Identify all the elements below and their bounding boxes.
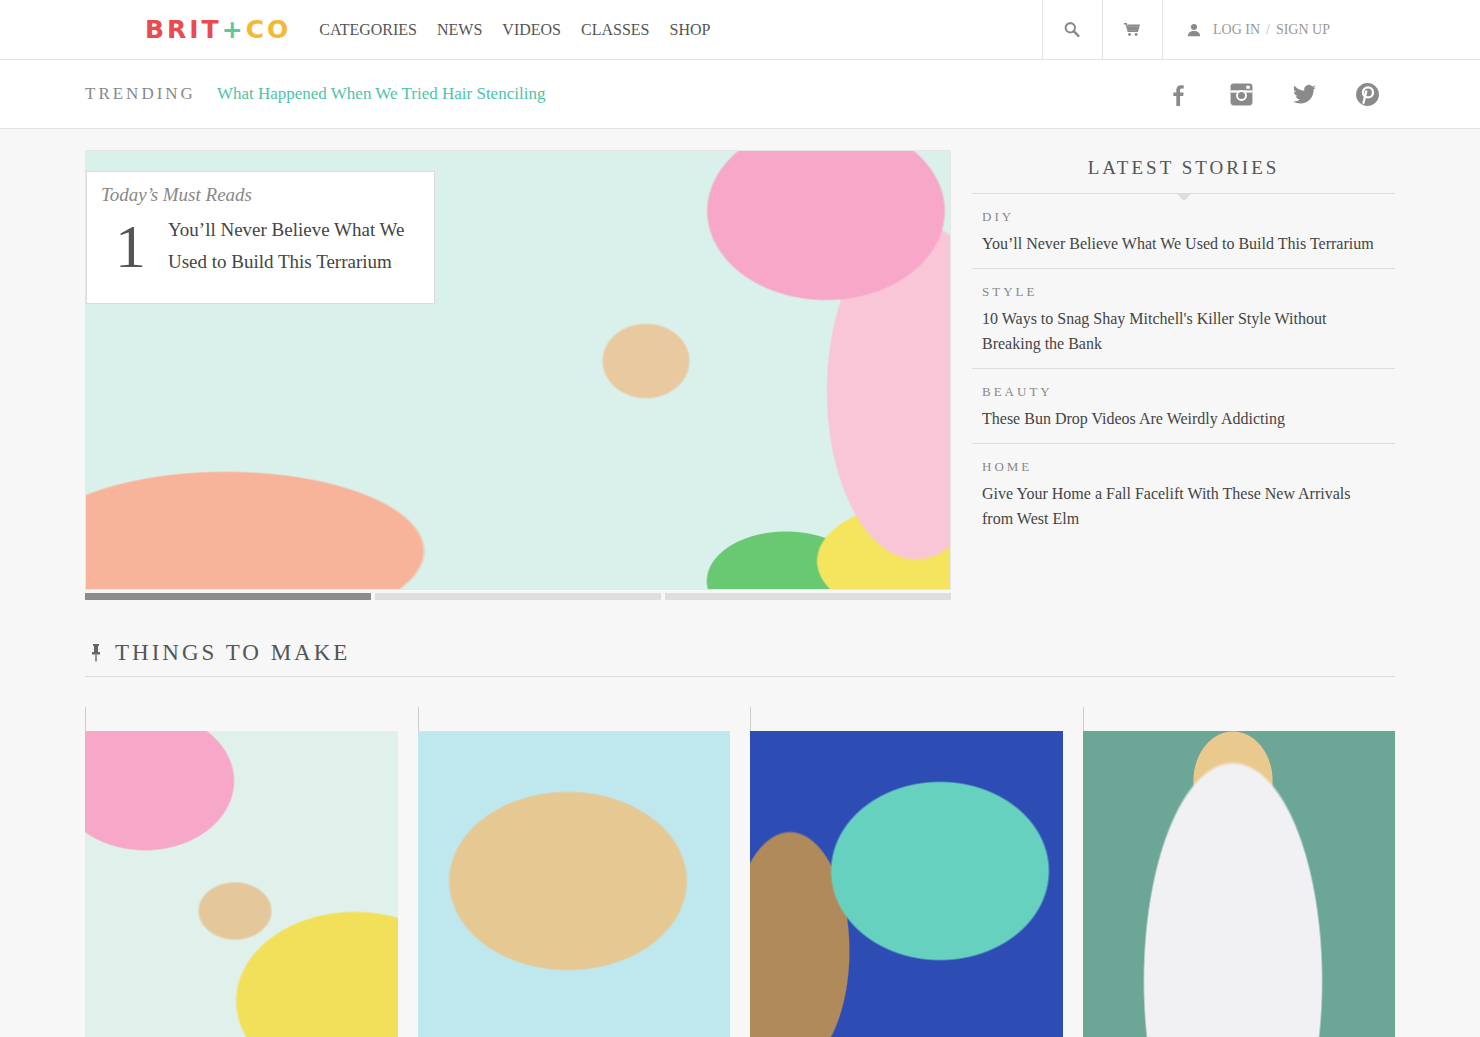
- trending-link[interactable]: What Happened When We Tried Hair Stencil…: [217, 84, 546, 104]
- facebook-icon[interactable]: [1166, 82, 1191, 107]
- nav-item[interactable]: CATEGORIES: [319, 21, 417, 39]
- account-links: LOG IN / SIGN UP: [1163, 0, 1354, 59]
- card-image: [418, 731, 731, 1037]
- nav-item[interactable]: NEWS: [437, 21, 482, 39]
- slide-indicator[interactable]: [85, 593, 371, 600]
- card-image: [85, 731, 398, 1037]
- story-title: 10 Ways to Snag Shay Mitchell's Killer S…: [982, 306, 1385, 356]
- instagram-icon[interactable]: [1229, 82, 1254, 107]
- logo[interactable]: BRIT+CO: [145, 0, 291, 59]
- cart-button[interactable]: [1102, 0, 1163, 59]
- header-actions: LOG IN / SIGN UP: [1042, 0, 1354, 59]
- story-title: You’ll Never Believe What We Used to Bui…: [982, 231, 1385, 256]
- nav-item[interactable]: SHOP: [669, 21, 710, 39]
- nav-item[interactable]: VIDEOS: [502, 21, 561, 39]
- latest-stories-title: LATEST STORIES: [972, 150, 1395, 194]
- social-links: [1166, 82, 1380, 107]
- signup-link[interactable]: SIGN UP: [1276, 22, 1330, 38]
- project-card[interactable]: [1083, 707, 1396, 1037]
- user-icon: [1187, 23, 1201, 37]
- twitter-icon[interactable]: [1292, 82, 1317, 107]
- story-category: STYLE: [982, 284, 1385, 300]
- cart-icon: [1123, 21, 1141, 38]
- main-content: Today’s Must Reads 1 You’ll Never Believe …: [85, 129, 1395, 1037]
- must-reads-label: Today’s Must Reads: [101, 184, 420, 206]
- story-item[interactable]: BEAUTY These Bun Drop Videos Are Weirdly …: [972, 369, 1395, 444]
- story-category: DIY: [982, 209, 1385, 225]
- separator: /: [1266, 22, 1270, 38]
- must-reads-title: You’ll Never Believe What We Used to Bui…: [168, 214, 420, 278]
- project-card[interactable]: [85, 707, 398, 1037]
- story-category: HOME: [982, 459, 1385, 475]
- card-image: [1083, 731, 1396, 1037]
- must-reads-item: 1 You’ll Never Believe What We Used to Bu…: [101, 214, 420, 278]
- story-title: These Bun Drop Videos Are Weirdly Addict…: [982, 406, 1385, 431]
- story-category: BEAUTY: [982, 384, 1385, 400]
- pin-icon: [91, 643, 101, 663]
- slide-indicator[interactable]: [375, 593, 661, 600]
- story-title: Give Your Home a Fall Facelift With Thes…: [982, 481, 1385, 531]
- card-image: [750, 731, 1063, 1037]
- top-row: Today’s Must Reads 1 You’ll Never Believe …: [85, 150, 1395, 600]
- project-card[interactable]: [418, 707, 731, 1037]
- page: BRIT+CO CATEGORIES NEWS VIDEOS CLASSES SHOP LO…: [0, 0, 1480, 1037]
- story-item[interactable]: STYLE 10 Ways to Snag Shay Mitchell's Kil…: [972, 269, 1395, 369]
- section-title: THINGS TO MAKE: [115, 640, 350, 666]
- login-link[interactable]: LOG IN: [1213, 22, 1260, 38]
- slide-indicator[interactable]: [665, 593, 951, 600]
- search-button[interactable]: [1042, 0, 1102, 59]
- trending-bar: TRENDING What Happened When We Tried Hair…: [0, 60, 1480, 129]
- latest-stories: LATEST STORIES DIY You’ll Never Believe Wh…: [972, 150, 1395, 600]
- main-nav: CATEGORIES NEWS VIDEOS CLASSES SHOP: [319, 0, 710, 59]
- trending-label: TRENDING: [85, 84, 196, 104]
- slide-indicators: [85, 593, 951, 600]
- story-item[interactable]: HOME Give Your Home a Fall Facelift With …: [972, 444, 1395, 543]
- project-card[interactable]: [750, 707, 1063, 1037]
- must-reads-box[interactable]: Today’s Must Reads 1 You’ll Never Believe …: [86, 171, 435, 304]
- pinterest-icon[interactable]: [1355, 82, 1380, 107]
- rank-number: 1: [101, 215, 146, 277]
- hero-carousel: Today’s Must Reads 1 You’ll Never Believe …: [85, 150, 951, 600]
- header: BRIT+CO CATEGORIES NEWS VIDEOS CLASSES SHOP LO…: [0, 0, 1480, 60]
- card-grid: [85, 707, 1395, 1037]
- hero-image[interactable]: Today’s Must Reads 1 You’ll Never Believe …: [85, 150, 951, 590]
- section-header: THINGS TO MAKE: [85, 640, 1395, 677]
- story-item[interactable]: DIY You’ll Never Believe What We Used to …: [972, 194, 1395, 269]
- nav-item[interactable]: CLASSES: [581, 21, 649, 39]
- search-icon: [1063, 21, 1081, 38]
